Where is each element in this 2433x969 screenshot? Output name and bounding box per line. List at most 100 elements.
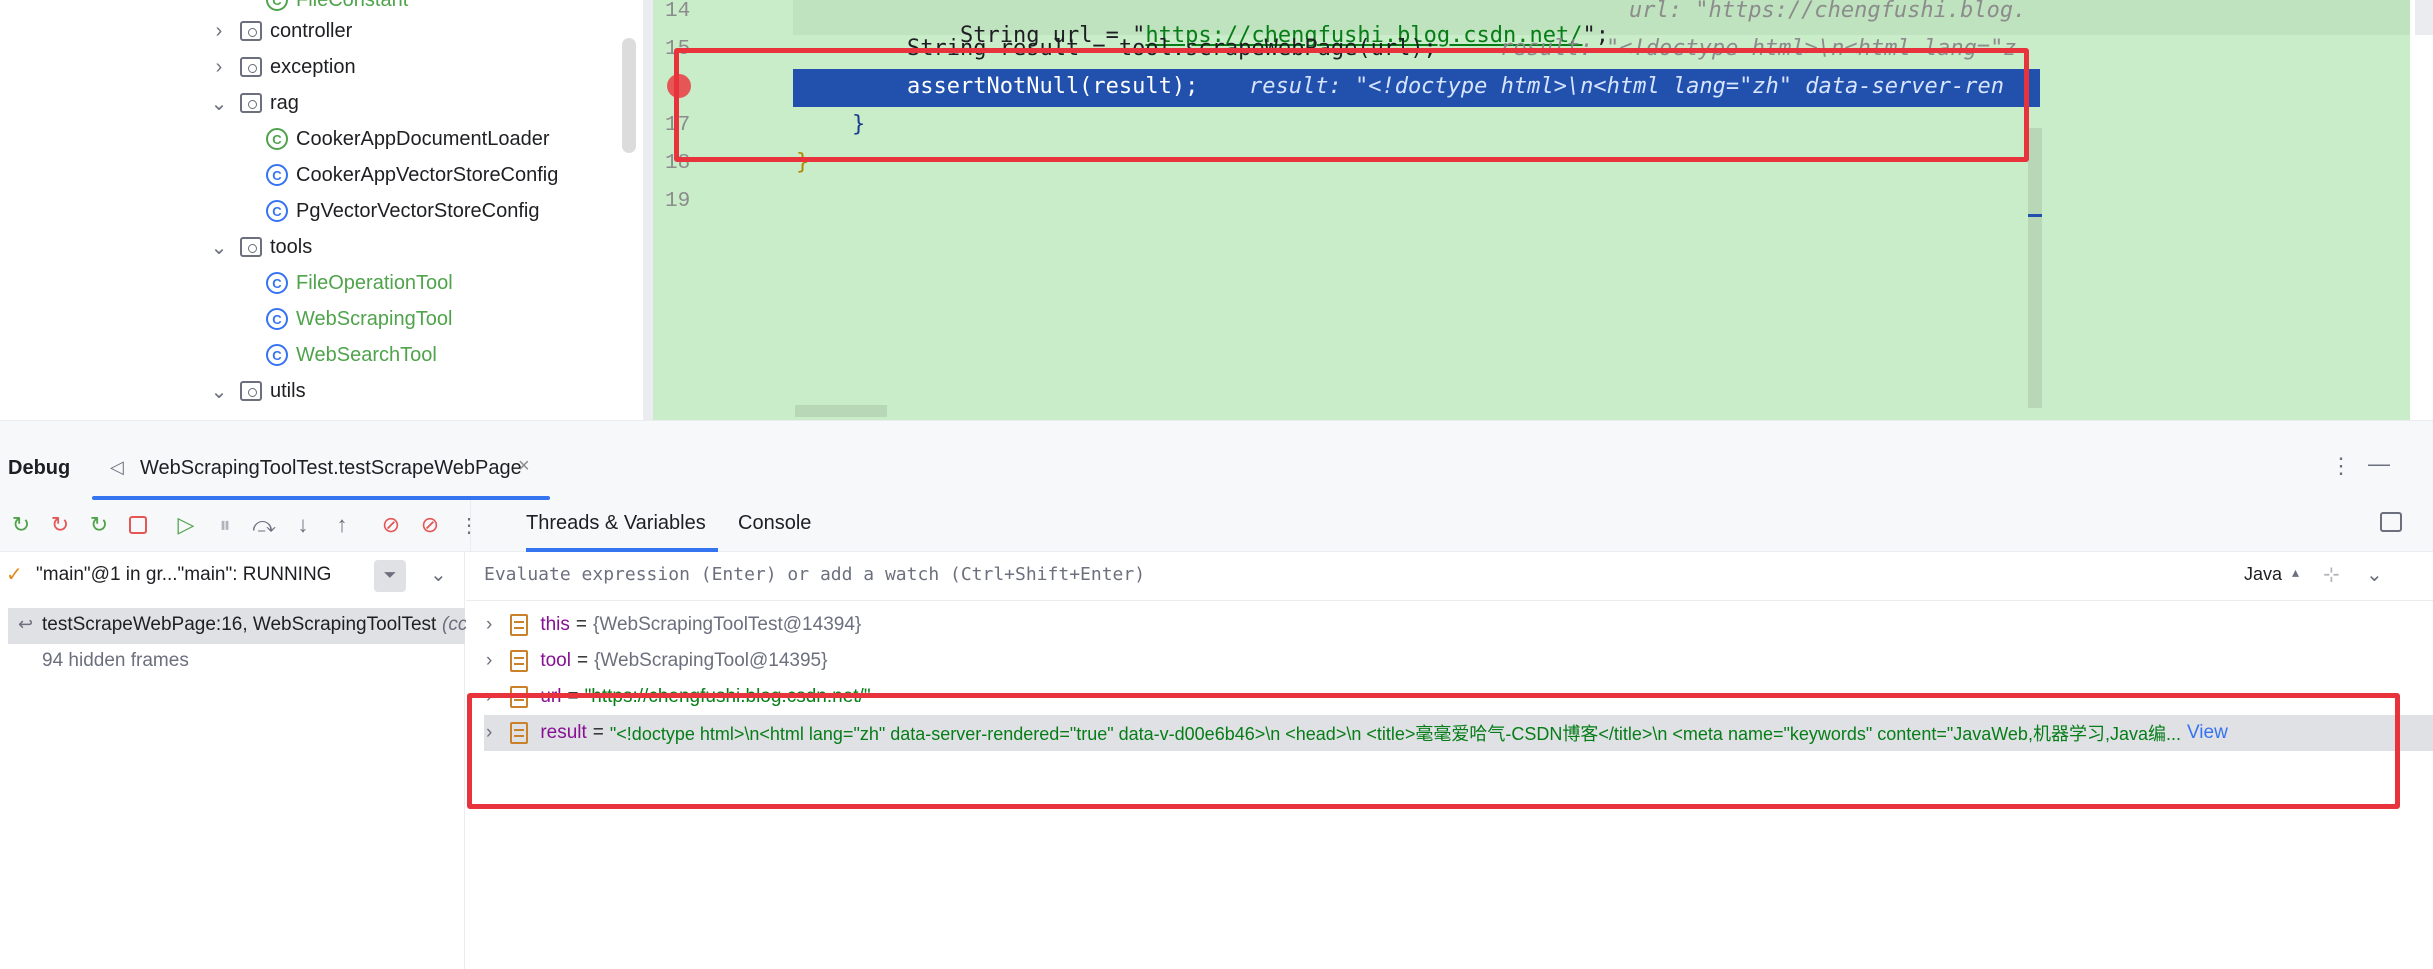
tree-item-label: utils [270, 379, 306, 402]
tree-item-tools[interactable]: ⌄ tools [208, 229, 313, 265]
minimize-icon[interactable]: — [2368, 451, 2390, 477]
mute-breakpoints-icon[interactable]: ⊘ [417, 512, 443, 538]
tree-item-cookerappdocumentloader[interactable]: C CookerAppDocumentLoader [266, 121, 550, 157]
editor-vertical-scrollbar[interactable] [2028, 128, 2042, 408]
step-over-icon[interactable]: ⤼ [251, 512, 277, 538]
frame-return-icon: ↩ [18, 614, 34, 634]
frame-label: testScrapeWebPage:16, WebScrapingToolTes… [42, 614, 437, 635]
step-out-icon[interactable]: ↑ [329, 512, 355, 538]
layout-settings-icon[interactable] [2380, 512, 2402, 532]
package-icon [240, 57, 262, 77]
expand-chevron-icon[interactable]: › [486, 650, 492, 672]
class-icon: C [266, 164, 288, 186]
view-breakpoints-icon[interactable]: ⊘ [378, 512, 404, 538]
tree-item-exception[interactable]: › exception [208, 49, 356, 85]
session-tab[interactable]: WebScrapingToolTest.testScrapeWebPage [140, 457, 522, 480]
tree-item-label: WebSearchTool [296, 343, 437, 366]
divider [466, 600, 2433, 601]
tree-item-label: CookerAppDocumentLoader [296, 127, 550, 150]
variable-name: this [540, 614, 570, 635]
more-options-icon[interactable]: ⋮ [2330, 453, 2352, 479]
stop-icon[interactable] [125, 512, 151, 538]
editor-right-edge [2410, 0, 2433, 420]
chevron-right-icon[interactable]: › [208, 20, 230, 42]
variable-row-tool[interactable]: › tool = {WebScrapingTool@14395} [486, 643, 827, 679]
close-tab-icon[interactable]: × [518, 455, 530, 478]
tree-item-label: FileConstant [296, 0, 408, 12]
line-number: 19 [665, 190, 691, 213]
tree-item-label: PgVectorVectorStoreConfig [296, 199, 540, 222]
tree-item-rag[interactable]: ⌄ rag [208, 85, 299, 121]
chevron-down-icon[interactable]: ⌄ [208, 380, 230, 403]
tree-item-fileoperationtool[interactable]: C FileOperationTool [266, 265, 453, 301]
thread-status-check-icon: ✓ [6, 564, 23, 586]
spring-bean-class-icon: C [266, 128, 288, 150]
language-selector[interactable]: Java [2244, 564, 2282, 585]
tree-scrollbar[interactable] [622, 38, 636, 153]
tab-console[interactable]: Console [738, 512, 811, 535]
evaluate-expression-input[interactable]: Evaluate expression (Enter) or add a wat… [484, 564, 1145, 585]
field-icon [510, 614, 529, 636]
variable-value: {WebScrapingToolTest@14394} [593, 614, 862, 635]
package-icon [240, 381, 262, 401]
expand-chevron-icon[interactable]: › [486, 614, 492, 636]
project-tree: C FileConstant › controller › exception … [0, 0, 643, 420]
chevron-down-icon[interactable]: ⌄ [2366, 562, 2383, 587]
language-chevron-icon[interactable]: ▴ [2292, 564, 2299, 581]
scrollbar-marker [2028, 214, 2042, 217]
class-icon: C [266, 344, 288, 366]
debug-tool-window-header: Debug ◁ WebScrapingToolTest.testScrapeWe… [0, 420, 2433, 500]
rerun-icon[interactable]: ↻ [8, 512, 34, 538]
step-into-icon[interactable]: ↓ [290, 512, 316, 538]
class-icon: C [266, 0, 288, 11]
chevron-down-icon[interactable]: ⌄ [208, 92, 230, 115]
pause-icon: ⏸ [219, 512, 231, 537]
splitter[interactable] [643, 0, 653, 420]
tree-item-pgvectorvectorstoreconfig[interactable]: C PgVectorVectorStoreConfig [266, 193, 539, 229]
tree-item-label: FileOperationTool [296, 271, 453, 294]
tree-item-websearchtool[interactable]: C WebSearchTool [266, 337, 437, 373]
chevron-down-icon[interactable]: ⌄ [430, 562, 447, 587]
more-actions-icon[interactable]: ⋮ [456, 512, 482, 538]
tree-item-label: WebScrapingTool [296, 307, 453, 330]
tree-item-label: exception [270, 55, 356, 78]
tree-item-cookerappvectorstoreconfig[interactable]: C CookerAppVectorStoreConfig [266, 157, 558, 193]
package-icon [240, 93, 262, 113]
annotation-box-editor [674, 48, 2029, 162]
filter-icon[interactable]: ⏷ [374, 560, 406, 592]
frame-suffix: (cc [442, 614, 468, 635]
rerun-failed-icon[interactable]: ↻ [86, 512, 112, 538]
tree-item-label: rag [270, 91, 299, 114]
tree-item-label: CookerAppVectorStoreConfig [296, 163, 559, 186]
line-number: 14 [665, 0, 691, 23]
tab-threads-variables[interactable]: Threads & Variables [526, 512, 706, 535]
editor-horizontal-scrollbar[interactable] [795, 405, 887, 417]
resume-icon[interactable]: ▷ [173, 512, 199, 538]
rerun-debug-icon[interactable]: ↻ [47, 512, 73, 538]
variable-name: tool [540, 650, 571, 671]
package-icon [240, 237, 262, 257]
frames-panel: ✓ "main"@1 in gr..."main": RUNNING ⏷ ⌄ ↩… [0, 552, 468, 969]
inline-value-hint: url: "https://chengfushi.blog. [1629, 0, 2027, 23]
field-icon [510, 650, 529, 672]
class-icon: C [266, 308, 288, 330]
class-icon: C [266, 200, 288, 222]
class-icon: C [266, 272, 288, 294]
hidden-frames-link[interactable]: 94 hidden frames [42, 650, 189, 672]
test-run-icon: ◁ [110, 457, 124, 477]
tree-item-webscrapingtool[interactable]: C WebScrapingTool [266, 301, 452, 337]
variable-row-this[interactable]: › this = {WebScrapingToolTest@14394} [486, 607, 861, 643]
chevron-down-icon[interactable]: ⌄ [208, 236, 230, 259]
tree-item-label: controller [270, 19, 353, 42]
annotation-box-variables [467, 693, 2400, 809]
variable-value: {WebScrapingTool@14395} [594, 650, 828, 671]
debug-title: Debug [8, 457, 71, 479]
tree-item-utils[interactable]: ⌄ utils [208, 373, 306, 409]
add-watch-icon: ⊹ [2323, 564, 2340, 586]
tree-item-label: tools [270, 235, 313, 258]
tree-item-controller[interactable]: › controller [208, 13, 353, 49]
thread-selector[interactable]: "main"@1 in gr..."main": RUNNING [36, 564, 331, 586]
chevron-right-icon[interactable]: › [208, 56, 230, 78]
debug-toolbar: Threads & Variables Console [0, 500, 2433, 552]
right-edge-marker [2415, 0, 2433, 35]
